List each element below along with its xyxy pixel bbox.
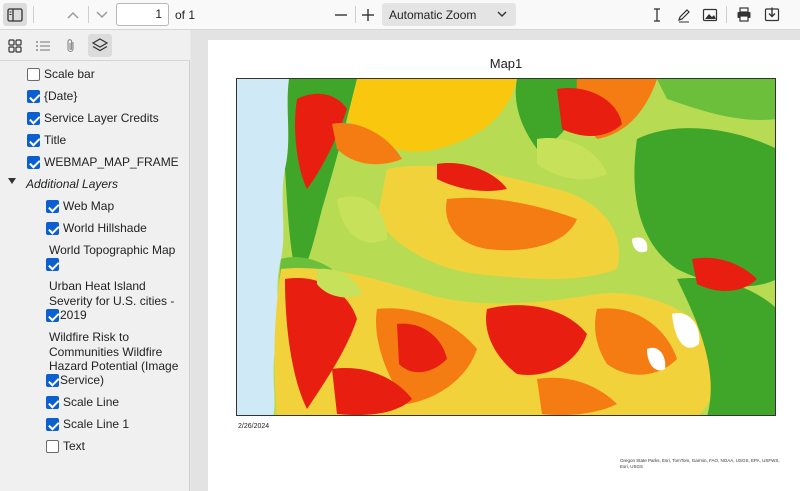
layer-label: Scale Line 1 [63, 417, 130, 431]
map-credits: Oregon State Parks, Esri, TomTom, Garmin… [620, 458, 780, 469]
map-title: Map1 [489, 56, 523, 71]
layer-label: WEBMAP_MAP_FRAME [44, 155, 179, 169]
page-count-label: of 1 [175, 8, 196, 22]
layer-item-urban-heat-island[interactable]: Urban Heat Island Severity for U.S. citi… [49, 279, 174, 308]
layer-checkbox-urban-heat-island[interactable] [46, 309, 59, 322]
layer-item-wildfire-risk[interactable]: Wildfire Risk to Communities Wildfire Ha… [49, 330, 178, 374]
layer-checkbox-world-topographic-map[interactable] [46, 258, 59, 271]
layer-checkbox[interactable] [27, 134, 40, 147]
layer-checkbox[interactable] [46, 222, 59, 235]
thumbnails-icon [8, 38, 22, 53]
layer-label: {Date} [44, 89, 78, 103]
layer-item-title[interactable]: Title [27, 133, 66, 148]
text-cursor-icon [654, 7, 660, 22]
layer-label: World Hillshade [63, 221, 147, 235]
sidebar-toggle-button[interactable] [3, 3, 27, 26]
layer-item-web-map[interactable]: Web Map [46, 199, 114, 214]
layer-checkbox[interactable] [27, 68, 40, 81]
toolbar-divider [33, 6, 34, 23]
layer-label-line: Communities Wildfire [49, 344, 163, 359]
save-icon [764, 7, 780, 22]
layer-checkbox[interactable] [46, 418, 59, 431]
layer-checkbox[interactable] [46, 200, 59, 213]
print-button[interactable] [732, 3, 756, 26]
zoom-out-button[interactable] [329, 3, 353, 26]
page-number-input[interactable]: 1 [116, 3, 169, 26]
save-button[interactable] [760, 3, 784, 26]
view-outline-button[interactable] [31, 34, 55, 57]
chevron-down-icon [497, 11, 507, 17]
add-image-button[interactable] [698, 3, 722, 26]
layer-checkbox[interactable] [27, 112, 40, 125]
sidebar-view-switcher [0, 30, 190, 61]
layer-label-line: Hazard Potential (Image [49, 359, 179, 373]
layer-label: Service Layer Credits [44, 111, 159, 125]
wildfire-hazard-map [237, 79, 775, 415]
layer-label-line: Urban Heat Island [49, 279, 146, 293]
map-frame[interactable] [236, 78, 776, 416]
toolbar-divider [726, 6, 727, 23]
layer-item-scale-bar[interactable]: Scale bar [27, 67, 95, 82]
plus-icon [362, 8, 374, 21]
draw-icon [678, 8, 690, 22]
layer-checkbox-wildfire-risk[interactable] [46, 374, 59, 387]
outline-icon [36, 40, 50, 51]
layer-label: Scale bar [44, 67, 95, 81]
layer-checkbox[interactable] [46, 396, 59, 409]
layer-label-line: Wildfire Risk to [49, 330, 130, 344]
layer-label: World Topographic Map [49, 243, 176, 257]
layer-item-scale-line-1[interactable]: Scale Line 1 [46, 417, 129, 432]
view-thumbnails-button[interactable] [3, 34, 27, 57]
layer-label-line: Service) [60, 373, 105, 387]
chevron-up-icon [67, 11, 79, 19]
layer-item-webmap-map-frame[interactable]: WEBMAP_MAP_FRAME [27, 155, 179, 170]
layer-label-line: 2019 [60, 308, 87, 322]
view-attachments-button[interactable] [59, 34, 83, 57]
layer-item-world-hillshade[interactable]: World Hillshade [46, 221, 147, 236]
layer-label: Scale Line [63, 395, 120, 409]
layer-checkbox[interactable] [27, 156, 40, 169]
layer-item-text[interactable]: Text [46, 439, 85, 454]
previous-page-button[interactable] [61, 3, 85, 26]
chevron-down-icon [96, 10, 108, 18]
sidebar-toggle-icon [7, 7, 23, 22]
layer-label-line: Severity for U.S. cities - [49, 293, 175, 308]
next-page-button[interactable] [90, 3, 114, 26]
minus-icon [335, 13, 347, 16]
text-select-button[interactable] [645, 3, 669, 26]
expand-triangle-icon[interactable] [8, 178, 16, 184]
view-layers-button[interactable] [88, 34, 112, 57]
layer-checkbox[interactable] [27, 90, 40, 103]
zoom-select-value: Automatic Zoom [389, 7, 477, 22]
print-icon [737, 7, 751, 22]
layer-checkbox[interactable] [46, 440, 59, 453]
layer-item-scale-line[interactable]: Scale Line [46, 395, 119, 410]
map-date: 2/26/2024 [238, 423, 270, 430]
layers-icon [92, 38, 108, 52]
layer-item-service-layer-credits[interactable]: Service Layer Credits [27, 111, 159, 126]
layer-item-date[interactable]: {Date} [27, 89, 77, 104]
attachments-icon [67, 38, 74, 52]
zoom-in-button[interactable] [356, 3, 380, 26]
toolbar-divider [88, 6, 89, 23]
image-icon [702, 8, 718, 21]
main-toolbar: 1 of 1 Automatic Zoom [0, 0, 800, 30]
layer-group-additional-layers[interactable]: Additional Layers [26, 177, 118, 192]
zoom-select[interactable]: Automatic Zoom [382, 3, 516, 26]
layer-label: Text [63, 439, 86, 453]
layer-label: Web Map [63, 199, 115, 213]
layer-label: Title [44, 133, 67, 147]
draw-button[interactable] [672, 3, 696, 26]
